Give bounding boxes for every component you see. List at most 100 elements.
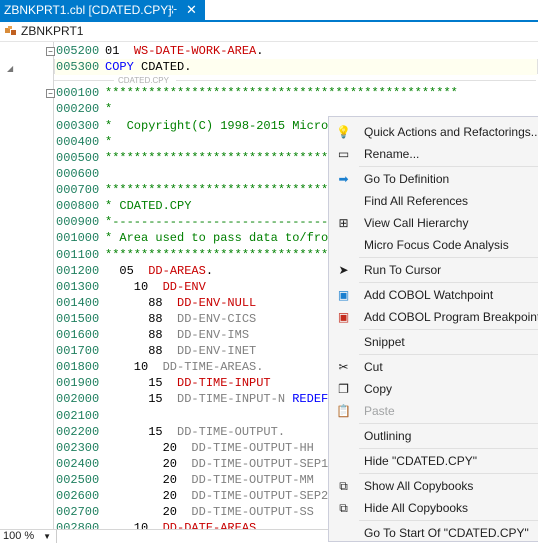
code-token: CDATED.	[141, 60, 192, 74]
line-number: 001300	[56, 280, 100, 294]
code-token: 88	[105, 312, 178, 326]
code-token: 10	[105, 521, 163, 529]
line-number: 000300	[56, 119, 100, 133]
line-number: 002600	[56, 489, 100, 503]
menu-item[interactable]: 💡 Quick Actions and Refactorings...	[329, 121, 538, 143]
line-number: 002100	[56, 409, 100, 423]
cursor-icon: ➤	[338, 263, 349, 277]
code-token: DD-ENV-CICS	[177, 312, 257, 326]
line-number: 000700	[56, 183, 100, 197]
menu-separator	[359, 282, 538, 283]
menu-item[interactable]: Find All References	[329, 190, 538, 212]
line-number: 002500	[56, 473, 100, 487]
line-number: 000900	[56, 215, 100, 229]
code-token: COPY	[105, 60, 142, 74]
zoom-value: 100 %	[3, 530, 35, 542]
code-token: 05	[105, 264, 149, 278]
line-number: 001600	[56, 328, 100, 342]
menu-item[interactable]: ⊞ View Call Hierarchy	[329, 212, 538, 234]
tab-title: ZBNKPRT1.cbl [CDATED.CPY]	[4, 3, 172, 17]
menu-item[interactable]: ⧉ Hide All Copybooks	[329, 497, 538, 519]
menu-item[interactable]: Go To Start Of "CDATED.CPY"	[329, 522, 538, 544]
code-line[interactable]: 005200 01 WS-DATE-WORK-AREA. −	[0, 43, 538, 59]
line-text: 10 DD-TIME-AREAS.	[105, 359, 264, 375]
menu-item-label: View Call Hierarchy	[364, 216, 469, 230]
line-text: *	[105, 101, 112, 117]
line-number: 001100	[56, 248, 100, 262]
pin-icon[interactable]: ⊹	[168, 0, 177, 20]
code-line[interactable]: 000100 **********************************…	[0, 85, 538, 101]
code-token: 88	[105, 344, 178, 358]
cobol-program-icon	[5, 26, 16, 35]
code-token: DD-TIME-OUTPUT-HH	[191, 441, 314, 455]
code-token: 15	[105, 376, 178, 390]
code-token: *	[105, 135, 113, 149]
collapse-icon[interactable]: −	[46, 47, 55, 56]
zoom-select[interactable]: 100 % ▼	[0, 530, 57, 543]
menu-item-label: Run To Cursor	[364, 263, 442, 277]
line-number: 005200	[56, 44, 100, 58]
expand-marker-icon: ◢	[7, 64, 14, 73]
menu-item[interactable]: Snippet	[329, 331, 538, 353]
close-icon[interactable]: ✕	[186, 0, 197, 20]
collapse-icon[interactable]: −	[46, 89, 55, 98]
code-line[interactable]: 000200 *	[0, 101, 538, 117]
line-number: 002200	[56, 425, 100, 439]
menu-item[interactable]: Outlining	[329, 425, 538, 447]
line-number: 002300	[56, 441, 100, 455]
line-text: 88 DD-ENV-NULL	[105, 295, 256, 311]
line-text: * Area used to pass data to/from	[105, 230, 335, 246]
line-number: 000100	[56, 86, 100, 100]
menu-item-label: Add COBOL Watchpoint	[364, 288, 494, 302]
line-number: 001000	[56, 231, 100, 245]
line-text: * CDATED.CPY	[105, 198, 191, 214]
menu-item[interactable]: Hide "CDATED.CPY"	[329, 450, 538, 472]
line-text: 15 DD-TIME-INPUT-N REDEFINES	[105, 391, 357, 407]
line-number: 005300	[56, 60, 100, 74]
call-hierarchy-icon: ⊞	[338, 216, 349, 230]
code-token: DD-TIME-OUTPUT-SS	[191, 505, 314, 519]
code-token: DD-TIME-OUTPUT-SEP1	[191, 457, 329, 471]
copybook-divider	[54, 80, 114, 81]
menu-item[interactable]: ▭ Rename...	[329, 143, 538, 165]
line-text: 01 WS-DATE-WORK-AREA.	[105, 43, 263, 59]
line-number: 002400	[56, 457, 100, 471]
menu-item[interactable]: ⧉ Show All Copybooks	[329, 475, 538, 497]
menu-item-label: Micro Focus Code Analysis	[364, 238, 509, 252]
code-token: DD-TIME-INPUT	[177, 376, 271, 390]
menu-item[interactable]: ▣ Add COBOL Watchpoint	[329, 284, 538, 306]
menu-item[interactable]: Micro Focus Code Analysis	[329, 234, 538, 256]
code-token: 20	[105, 505, 192, 519]
navigation-bar[interactable]: ZBNKPRT1	[0, 22, 538, 42]
code-token: DD-TIME-INPUT-N	[177, 392, 293, 406]
line-number: 002700	[56, 505, 100, 519]
code-token: DD-TIME-AREAS.	[162, 360, 264, 374]
menu-separator	[359, 423, 538, 424]
chevron-down-icon: ▼	[43, 532, 51, 541]
code-token: 20	[105, 457, 192, 471]
menu-item[interactable]: ➡ Go To Definition	[329, 168, 538, 190]
code-token: 15	[105, 425, 178, 439]
code-token: 20	[105, 473, 192, 487]
menu-item[interactable]: ▣ Add COBOL Program Breakpoint	[329, 306, 538, 328]
menu-item-label: Cut	[364, 360, 383, 374]
menu-item[interactable]: ❐ Copy	[329, 378, 538, 400]
code-token: * Area used to pass data to/from	[105, 231, 336, 245]
menu-item[interactable]: ✂ Cut	[329, 356, 538, 378]
line-number: 000400	[56, 135, 100, 149]
line-text: 15 DD-TIME-INPUT	[105, 375, 271, 391]
menu-item-label: Outlining	[364, 429, 412, 443]
line-number: 001700	[56, 344, 100, 358]
watchpoint-icon: ▣	[337, 288, 350, 302]
menu-item-label: Show All Copybooks	[364, 479, 474, 493]
menu-separator	[359, 354, 538, 355]
code-line[interactable]: 005300 COPY CDATED.	[55, 59, 537, 75]
menu-item[interactable]: ➤ Run To Cursor	[329, 259, 538, 281]
line-text: 05 DD-AREAS.	[105, 263, 213, 279]
document-tab[interactable]: ZBNKPRT1.cbl [CDATED.CPY] ⊹ ✕	[0, 0, 205, 20]
breakpoint-icon: ▣	[337, 310, 350, 324]
show-copybooks-icon: ⧉	[339, 479, 348, 493]
menu-item-label: Paste	[364, 404, 395, 418]
line-text: 20 DD-TIME-OUTPUT-SS	[105, 504, 314, 520]
code-token: .	[205, 264, 214, 278]
